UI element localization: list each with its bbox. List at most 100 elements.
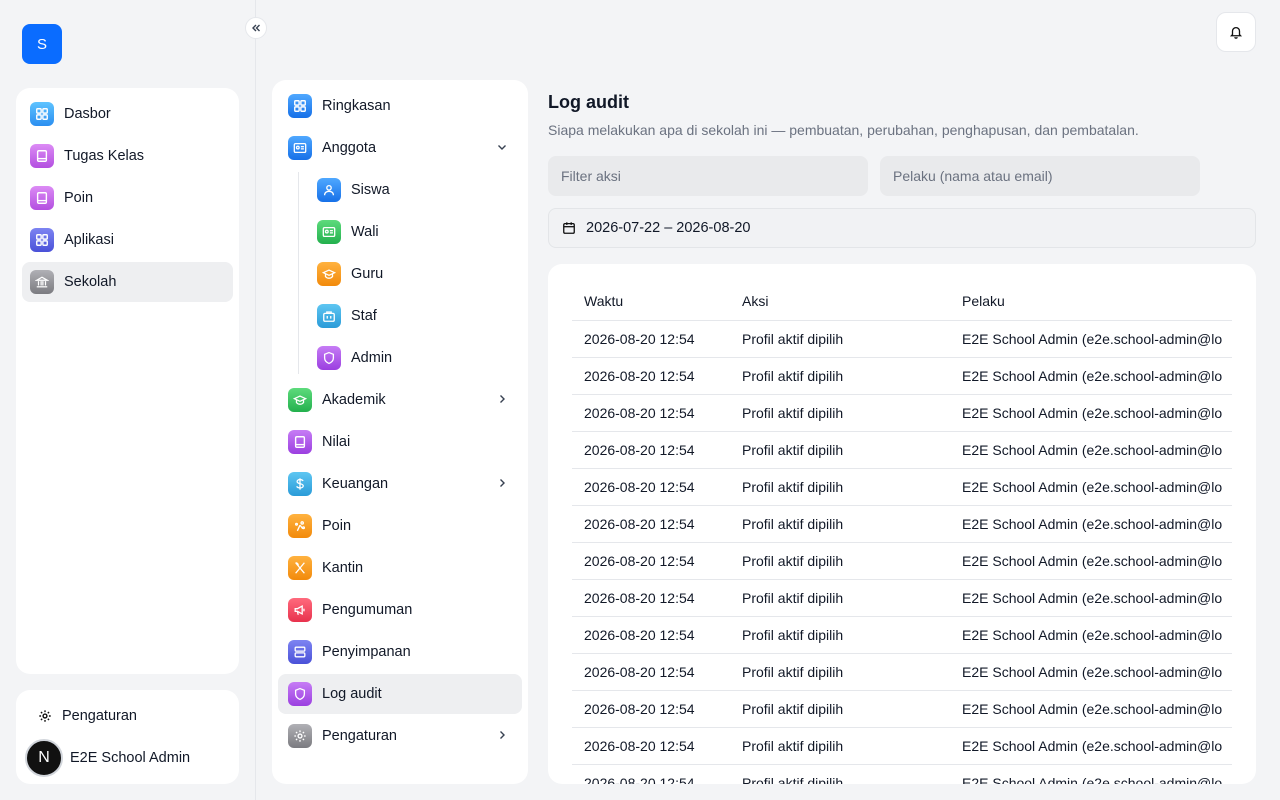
grid-icon <box>30 102 54 126</box>
cell-aksi: Profil aktif dipilih <box>742 442 844 458</box>
cell-pelaku: E2E School Admin (e2e.school-admin@lo <box>962 738 1223 754</box>
table-row[interactable]: 2026-08-20 12:54 Profil aktif dipilih E2E … <box>572 690 1232 727</box>
cell-waktu: 2026-08-20 12:54 <box>584 553 695 569</box>
notifications-button[interactable] <box>1216 12 1256 52</box>
avatar: N <box>25 739 63 777</box>
nav-label: Dasbor <box>64 106 111 122</box>
nav-item-tugas-kelas[interactable]: Tugas Kelas <box>22 136 233 176</box>
cell-waktu: 2026-08-20 12:54 <box>584 664 695 680</box>
table-row[interactable]: 2026-08-20 12:54 Profil aktif dipilih E2E … <box>572 320 1232 357</box>
school-nav: Ringkasan Anggota Siswa Wali Guru Staf A… <box>272 80 528 784</box>
audit-log-table: Waktu Aksi Pelaku 2026-08-20 12:54 Profil… <box>548 264 1256 784</box>
table-row[interactable]: 2026-08-20 12:54 Profil aktif dipilih E2E … <box>572 394 1232 431</box>
chevron-right-icon <box>500 731 505 739</box>
cell-aksi: Profil aktif dipilih <box>742 664 844 680</box>
nav-item-aplikasi[interactable]: Aplikasi <box>22 220 233 260</box>
table-row[interactable]: 2026-08-20 12:54 Profil aktif dipilih E2E … <box>572 505 1232 542</box>
cell-waktu: 2026-08-20 12:54 <box>584 331 695 347</box>
cell-waktu: 2026-08-20 12:54 <box>584 405 695 421</box>
nav-label: Poin <box>64 190 94 206</box>
table-row[interactable]: 2026-08-20 12:54 Profil aktif dipilih E2E … <box>572 542 1232 579</box>
school-nav-log-audit[interactable]: Log audit <box>278 674 522 714</box>
dollar-icon <box>288 472 312 496</box>
nav-label: Poin <box>322 518 352 534</box>
school-nav-staf[interactable]: Staf <box>307 296 522 336</box>
table-row[interactable]: 2026-08-20 12:54 Profil aktif dipilih E2E … <box>572 616 1232 653</box>
table-row[interactable]: 2026-08-20 12:54 Profil aktif dipilih E2E … <box>572 468 1232 505</box>
school-nav-akademik[interactable]: Akademik <box>278 380 522 420</box>
cell-waktu: 2026-08-20 12:54 <box>584 368 695 384</box>
actor-filter-input[interactable] <box>880 156 1200 196</box>
nav-label: Guru <box>351 266 384 282</box>
bell-icon <box>1229 26 1243 39</box>
school-nav-siswa[interactable]: Siswa <box>307 170 522 210</box>
grid-icon <box>288 94 312 118</box>
table-row[interactable]: 2026-08-20 12:54 Profil aktif dipilih E2E … <box>572 764 1232 784</box>
school-nav-pengaturan[interactable]: Pengaturan <box>278 716 522 756</box>
cell-pelaku: E2E School Admin (e2e.school-admin@lo <box>962 479 1223 495</box>
id-card-icon <box>317 220 341 244</box>
school-nav-pengumuman[interactable]: Pengumuman <box>278 590 522 630</box>
school-nav-poin[interactable]: Poin <box>278 506 522 546</box>
cell-aksi: Profil aktif dipilih <box>742 368 844 384</box>
chevron-right-icon <box>500 395 505 403</box>
nav-item-sekolah[interactable]: Sekolah <box>22 262 233 302</box>
nav-label: Log audit <box>322 686 382 702</box>
school-nav-kantin[interactable]: Kantin <box>278 548 522 588</box>
school-nav-penyimpanan[interactable]: Penyimpanan <box>278 632 522 672</box>
cell-waktu: 2026-08-20 12:54 <box>584 479 695 495</box>
account-nav: Pengaturan N E2E School Admin <box>16 690 239 784</box>
cell-aksi: Profil aktif dipilih <box>742 627 844 643</box>
cell-waktu: 2026-08-20 12:54 <box>584 442 695 458</box>
app-sidebar: S Dasbor Tugas Kelas Poin Aplikasi Sekol… <box>0 0 256 800</box>
nav-item-dasbor[interactable]: Dasbor <box>22 94 233 134</box>
megaphone-icon <box>288 598 312 622</box>
school-nav-nilai[interactable]: Nilai <box>278 422 522 462</box>
shield-icon <box>288 682 312 706</box>
table-row[interactable]: 2026-08-20 12:54 Profil aktif dipilih E2E … <box>572 653 1232 690</box>
main-nav: Dasbor Tugas Kelas Poin Aplikasi Sekolah <box>16 88 239 674</box>
cell-pelaku: E2E School Admin (e2e.school-admin@lo <box>962 701 1223 717</box>
cell-pelaku: E2E School Admin (e2e.school-admin@lo <box>962 775 1223 784</box>
nav-label: Tugas Kelas <box>64 148 145 164</box>
bank-icon <box>30 270 54 294</box>
table-row[interactable]: 2026-08-20 12:54 Profil aktif dipilih E2E … <box>572 727 1232 764</box>
calendar-icon <box>563 222 575 234</box>
action-filter-input[interactable] <box>548 156 868 196</box>
nav-label: Pengumuman <box>322 602 413 618</box>
collapse-sidebar-button[interactable] <box>245 17 267 39</box>
utensils-icon <box>288 556 312 580</box>
column-header-pelaku: Pelaku <box>962 293 1005 309</box>
shield-icon <box>317 346 341 370</box>
graduation-cap-icon <box>288 388 312 412</box>
table-header: Waktu Aksi Pelaku <box>572 282 1232 320</box>
nav-label: Anggota <box>322 140 377 156</box>
gear-icon <box>38 709 52 723</box>
user-menu[interactable]: N E2E School Admin <box>22 738 233 778</box>
school-nav-guru[interactable]: Guru <box>307 254 522 294</box>
column-header-aksi: Aksi <box>742 293 769 309</box>
cell-aksi: Profil aktif dipilih <box>742 479 844 495</box>
school-nav-anggota[interactable]: Anggota <box>278 128 522 168</box>
audit-log-table-body: Waktu Aksi Pelaku 2026-08-20 12:54 Profil… <box>572 282 1232 784</box>
id-card-icon <box>288 136 312 160</box>
chevron-right-icon <box>500 479 505 487</box>
nav-label: Akademik <box>322 392 386 408</box>
table-row[interactable]: 2026-08-20 12:54 Profil aktif dipilih E2E … <box>572 579 1232 616</box>
cell-waktu: 2026-08-20 12:54 <box>584 701 695 717</box>
date-range-picker[interactable]: 2026-07-22 – 2026-08-20 <box>548 208 1256 248</box>
school-nav-wali[interactable]: Wali <box>307 212 522 252</box>
table-row[interactable]: 2026-08-20 12:54 Profil aktif dipilih E2E … <box>572 357 1232 394</box>
school-nav-keuangan[interactable]: Keuangan <box>278 464 522 504</box>
school-nav-ringkasan[interactable]: Ringkasan <box>278 86 522 126</box>
person-icon <box>317 178 341 202</box>
briefcase-icon <box>317 304 341 328</box>
settings-link[interactable]: Pengaturan <box>22 696 233 736</box>
book-icon <box>30 186 54 210</box>
nav-item-poin[interactable]: Poin <box>22 178 233 218</box>
school-logo[interactable]: S <box>22 24 62 64</box>
table-row[interactable]: 2026-08-20 12:54 Profil aktif dipilih E2E … <box>572 431 1232 468</box>
cell-pelaku: E2E School Admin (e2e.school-admin@lo <box>962 442 1223 458</box>
school-nav-admin[interactable]: Admin <box>307 338 522 378</box>
cell-aksi: Profil aktif dipilih <box>742 553 844 569</box>
